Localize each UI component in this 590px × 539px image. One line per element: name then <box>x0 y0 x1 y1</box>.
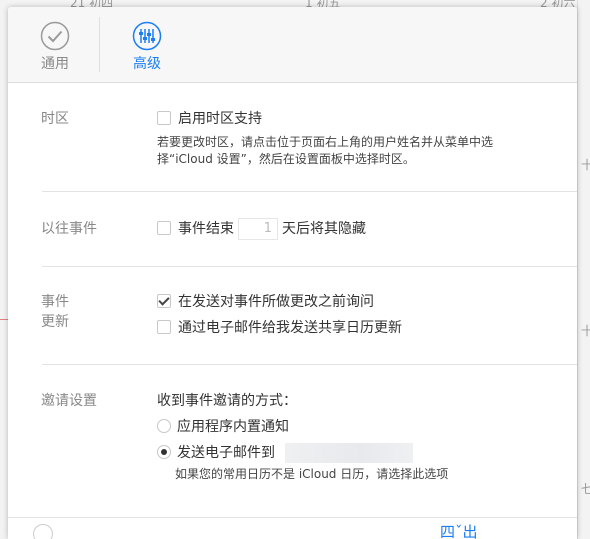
invitations-label: 邀请设置 <box>41 393 97 409</box>
timezone-checkbox[interactable] <box>157 111 171 125</box>
calendar-cell-label: 七 <box>581 482 590 496</box>
email-invitation-label: 发送电子邮件到 <box>177 445 275 461</box>
email-shared-updates-option[interactable]: 通过电子邮件给我发送共享日历更新 <box>157 318 402 338</box>
timezone-label: 时区 <box>41 111 69 127</box>
tab-general-label: 通用 <box>41 56 69 72</box>
timezone-checkbox-label: 启用时区支持 <box>178 111 262 127</box>
event-updates-label-line2: 更新 <box>41 314 69 330</box>
current-time-line <box>0 319 8 320</box>
email-invitation-note: 如果您的常用日历不是 iCloud 日历，请选择此选项 <box>175 467 449 481</box>
preferences-dialog: 通用 高级 时区 启用时区支持 若要更改时区，请点击位于页面右上角的用户姓名并从… <box>8 7 577 539</box>
calendar-cell-label: 十 <box>581 324 590 338</box>
invitations-heading: 收到事件邀请的方式： <box>157 393 297 409</box>
calendar-background-right: 十 十 七 <box>577 0 590 539</box>
in-app-notification-label: 应用程序内置通知 <box>177 419 289 435</box>
in-app-notification-radio[interactable] <box>157 419 171 433</box>
section-divider <box>42 364 577 365</box>
email-shared-updates-label: 通过电子邮件给我发送共享日历更新 <box>178 320 402 336</box>
past-events-suffix: 天后将其隐藏 <box>282 221 366 237</box>
email-shared-updates-checkbox[interactable] <box>157 320 171 334</box>
past-events-prefix: 事件结束 <box>178 221 234 237</box>
email-invitation-option[interactable]: 发送电子邮件到 <box>157 443 413 463</box>
section-divider <box>42 191 577 192</box>
calendar-cell-label: 十 <box>581 158 590 172</box>
past-events-label: 以往事件 <box>41 221 97 237</box>
preferences-toolbar: 通用 高级 <box>8 7 577 83</box>
tab-advanced[interactable]: 高级 <box>112 21 182 73</box>
help-icon[interactable] <box>33 524 53 539</box>
timezone-help-text: 若要更改时区，请点击位于页面右上角的用户姓名并从菜单中选择“iCloud 设置”… <box>157 135 494 166</box>
redacted-email-address <box>285 443 413 463</box>
past-events-days-input[interactable]: 1 <box>238 218 278 240</box>
tab-advanced-label: 高级 <box>133 56 161 72</box>
sliders-icon <box>132 21 162 51</box>
ask-before-sending-label: 在发送对事件所做更改之前询问 <box>178 294 374 310</box>
section-divider <box>42 266 577 267</box>
past-events-option: 事件结束 1 天后将其隐藏 <box>157 218 366 240</box>
ask-before-sending-checkbox[interactable] <box>157 294 171 308</box>
dialog-footer: 四ˇ出 <box>8 517 577 539</box>
footer-actions[interactable]: 四ˇ出 <box>440 521 478 539</box>
calendar-background-left <box>0 0 8 539</box>
past-events-checkbox[interactable] <box>157 221 171 235</box>
tab-general[interactable]: 通用 <box>20 21 90 73</box>
timezone-option[interactable]: 启用时区支持 <box>157 109 262 129</box>
toolbar-separator <box>99 17 100 72</box>
ask-before-sending-option[interactable]: 在发送对事件所做更改之前询问 <box>157 292 374 312</box>
email-invitation-radio[interactable] <box>157 445 171 459</box>
in-app-notification-option[interactable]: 应用程序内置通知 <box>157 417 289 437</box>
checkmark-circle-icon <box>40 21 70 51</box>
event-updates-label: 事件 更新 <box>41 292 69 332</box>
event-updates-label-line1: 事件 <box>41 294 69 310</box>
